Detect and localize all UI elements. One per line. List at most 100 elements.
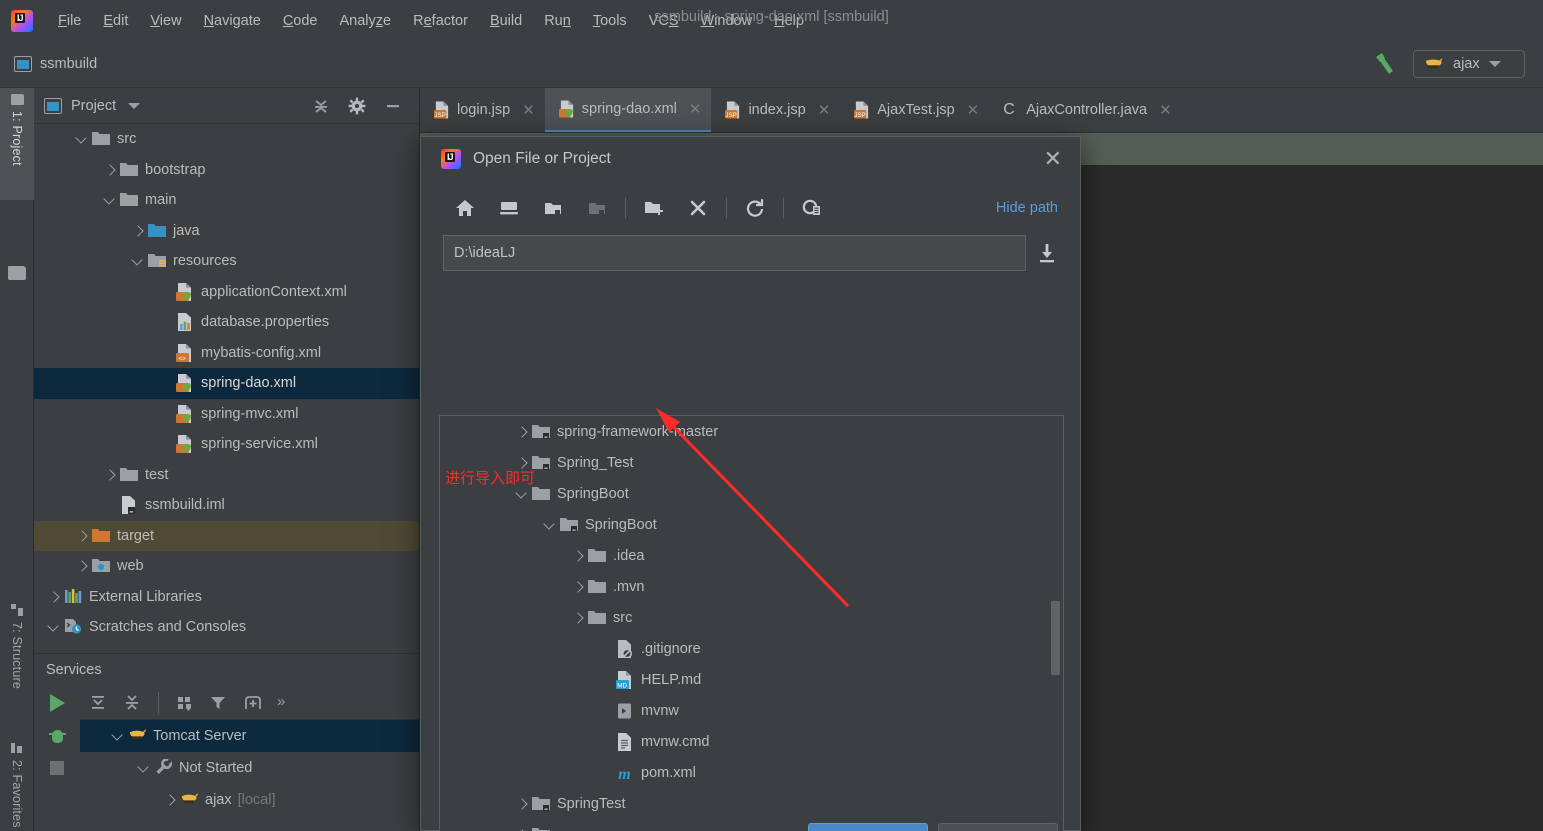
dialog-tree-row[interactable]: .mvn [440, 571, 1063, 602]
dialog-tree-row[interactable]: SpringTest [440, 788, 1063, 819]
menu-item-edit[interactable]: Edit [92, 9, 139, 33]
close-icon[interactable]: ✕ [522, 101, 535, 119]
tree-row[interactable]: bootstrap [34, 155, 419, 186]
filter-icon[interactable] [209, 693, 229, 713]
tree-row[interactable]: Scratches and Consoles [34, 612, 419, 643]
menu-item-analyze[interactable]: Analyze [329, 9, 403, 33]
run-icon[interactable] [49, 694, 65, 712]
tree-row[interactable]: <> mybatis-config.xml [34, 338, 419, 369]
build-hammer-icon[interactable] [1369, 50, 1397, 78]
tree-row[interactable]: External Libraries [34, 582, 419, 613]
chevron-right-icon[interactable] [570, 610, 586, 626]
dialog-tree-row[interactable]: MD HELP.md [440, 664, 1063, 695]
home-icon[interactable] [443, 191, 487, 225]
expand-all-icon[interactable] [88, 693, 108, 713]
dialog-tree-row[interactable]: src [440, 602, 1063, 633]
tree-row[interactable]: ssmbuild.iml [34, 490, 419, 521]
editor-tab-ajaxtest-jsp[interactable]: JSP AjaxTest.jsp ✕ [840, 88, 989, 132]
tree-row[interactable]: database.properties [34, 307, 419, 338]
tree-row[interactable]: java [34, 216, 419, 247]
services-tree-row[interactable]: ajax [local] [80, 784, 419, 816]
dialog-tree-row[interactable]: .gitignore [440, 633, 1063, 664]
hide-icon[interactable] [383, 96, 403, 116]
editor-tab-login-jsp[interactable]: JSP login.jsp ✕ [420, 88, 545, 132]
chevron-down-icon[interactable] [128, 102, 141, 109]
chevron-right-icon[interactable] [102, 162, 118, 178]
tree-row[interactable]: web [34, 551, 419, 582]
services-tree-row[interactable]: Tomcat Server [80, 720, 419, 752]
chevron-down-icon[interactable] [130, 253, 146, 269]
collapse-all-icon[interactable] [311, 96, 331, 116]
collapse-all-icon[interactable] [122, 693, 142, 713]
close-icon[interactable]: ✕ [1159, 101, 1172, 119]
debug-icon[interactable] [48, 728, 66, 745]
dialog-tree-row[interactable]: SpringBoot [440, 509, 1063, 540]
chevron-right-icon[interactable] [570, 579, 586, 595]
sidebar-item-structure[interactable]: 7: Structure [0, 598, 34, 720]
menu-item-run[interactable]: Run [533, 9, 582, 33]
sidebar-item-favorites[interactable]: 2: Favorites [0, 736, 34, 831]
tree-row[interactable]: spring-mvc.xml [34, 399, 419, 430]
close-icon[interactable]: ✕ [689, 100, 702, 118]
menu-item-tools[interactable]: Tools [582, 9, 638, 33]
chevron-right-icon[interactable] [130, 223, 146, 239]
services-tree-row[interactable]: Not Started [80, 752, 419, 784]
desktop-icon[interactable] [487, 191, 531, 225]
project-dir-icon[interactable] [531, 191, 575, 225]
chevron-right-icon[interactable] [46, 589, 62, 605]
menu-item-window[interactable]: Window [690, 9, 764, 33]
menu-item-file[interactable]: File [47, 9, 92, 33]
dialog-tree-scrollbar[interactable] [1051, 601, 1060, 675]
chevron-right-icon[interactable] [162, 792, 178, 808]
chevron-down-icon[interactable] [102, 192, 118, 208]
sidebar-item-project[interactable]: 1: Project [0, 88, 34, 200]
dialog-tree-row[interactable]: mvnw [440, 695, 1063, 726]
chevron-down-icon[interactable] [74, 131, 90, 147]
chevron-down-icon[interactable] [542, 517, 558, 533]
editor-tab-ajaxcontroller-java[interactable]: C AjaxController.java ✕ [989, 88, 1181, 132]
group-icon[interactable] [175, 693, 195, 713]
chevron-right-icon[interactable] [74, 558, 90, 574]
tree-row[interactable]: src [34, 124, 419, 155]
dialog-tree-row[interactable]: mvnw.cmd [440, 726, 1063, 757]
dialog-tree-row[interactable]: spring-framework-master [440, 416, 1063, 447]
refresh-icon[interactable] [733, 191, 777, 225]
chevron-down-icon[interactable] [110, 728, 126, 744]
tree-row[interactable]: resources [34, 246, 419, 277]
chevron-right-icon[interactable] [74, 528, 90, 544]
tree-row[interactable]: applicationContext.xml [34, 277, 419, 308]
breadcrumb[interactable]: ssmbuild [14, 56, 97, 72]
services-tree[interactable]: Tomcat Server Not Started ajax [local] [80, 720, 419, 816]
chevron-down-icon[interactable] [136, 760, 152, 776]
menu-item-view[interactable]: View [139, 9, 192, 33]
chevron-right-icon[interactable] [514, 424, 530, 440]
show-hidden-icon[interactable] [790, 191, 834, 225]
tree-row[interactable]: target [34, 520, 419, 551]
editor-tab-index-jsp[interactable]: JSP index.jsp ✕ [711, 88, 840, 132]
new-folder-icon[interactable] [632, 191, 676, 225]
close-icon[interactable]: ✕ [1040, 148, 1066, 170]
path-input[interactable] [443, 235, 1026, 271]
cancel-button[interactable] [938, 823, 1058, 831]
gear-icon[interactable] [347, 96, 367, 116]
dialog-tree-row[interactable]: .idea [440, 540, 1063, 571]
chevron-right-icon[interactable] [570, 548, 586, 564]
close-icon[interactable]: ✕ [818, 101, 831, 119]
close-icon[interactable]: ✕ [967, 101, 980, 119]
dialog-tree-row[interactable]: m pom.xml [440, 757, 1063, 788]
editor-tab-spring-dao-xml[interactable]: spring-dao.xml ✕ [544, 88, 712, 132]
menu-item-help[interactable]: Help [763, 9, 815, 33]
tree-row[interactable]: spring-dao.xml [34, 368, 419, 399]
menu-item-refactor[interactable]: Refactor [402, 9, 479, 33]
folder-icon[interactable] [8, 266, 26, 280]
download-arrow-icon[interactable] [1036, 241, 1058, 265]
add-icon[interactable] [243, 693, 263, 713]
hide-path-link[interactable]: Hide path [996, 200, 1058, 216]
chevron-right-icon[interactable] [102, 467, 118, 483]
delete-icon[interactable] [676, 191, 720, 225]
more-icon[interactable]: » [277, 693, 297, 713]
tree-row[interactable]: spring-service.xml [34, 429, 419, 460]
project-file-tree[interactable]: src bootstrap main java resources applic… [34, 124, 419, 653]
ok-button[interactable] [808, 823, 928, 831]
chevron-down-icon[interactable] [46, 619, 62, 635]
